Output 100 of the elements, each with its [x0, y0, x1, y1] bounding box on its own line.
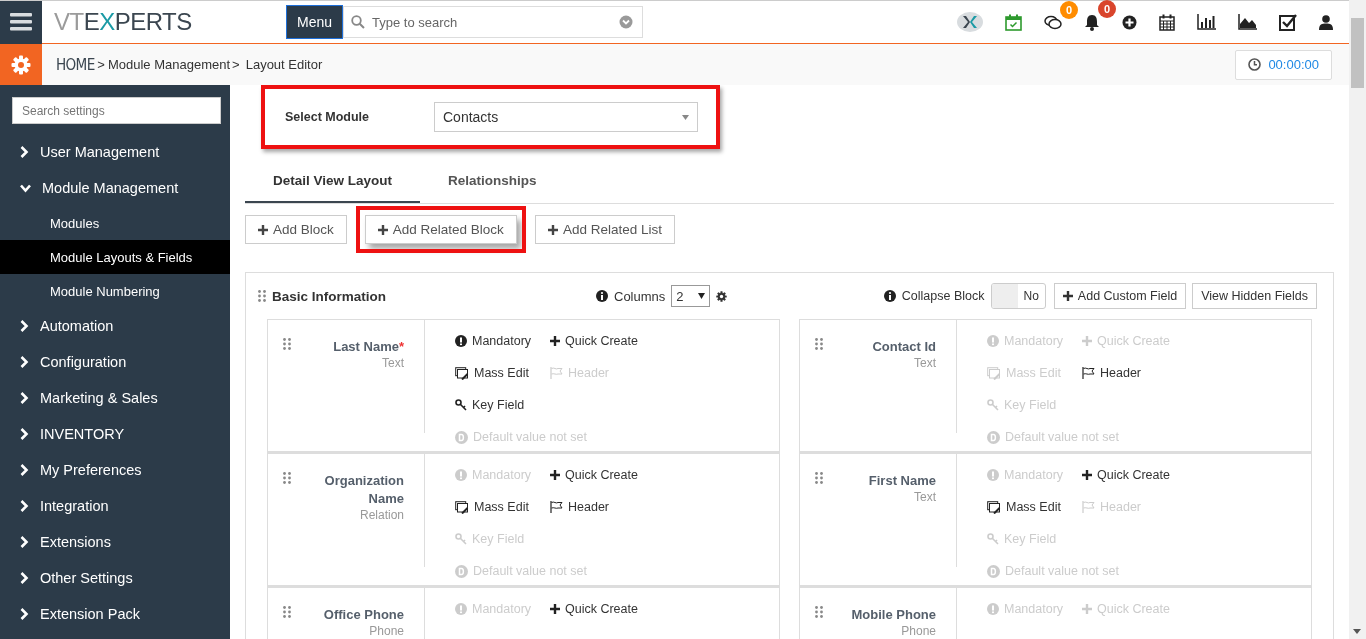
field-property[interactable]: Quick Create	[1082, 459, 1311, 491]
key-icon	[455, 399, 467, 411]
field-property[interactable]: Quick Create	[550, 325, 779, 357]
settings-search-field[interactable]: Search settings	[12, 97, 221, 124]
field-type: Text	[381, 356, 404, 370]
field-property[interactable]: Header	[550, 491, 779, 523]
timer-button[interactable]: 00:00:00	[1235, 49, 1332, 80]
collapse-toggle[interactable]: No	[990, 283, 1046, 309]
sidebar-item[interactable]: Integration	[0, 488, 230, 524]
sidebar-item[interactable]: Automation	[0, 308, 230, 344]
tab[interactable]: Relationships	[420, 161, 565, 203]
field-property[interactable]: Quick Create	[550, 593, 779, 625]
sidebar-item[interactable]: Extensions	[0, 524, 230, 560]
select-module-label: Select Module	[285, 110, 371, 124]
breadcrumb-home-link[interactable]: HOME	[56, 55, 95, 74]
flag-icon	[550, 501, 563, 513]
drag-handle-icon[interactable]	[283, 338, 291, 350]
chevron-right-icon	[20, 146, 29, 158]
breadcrumb-link[interactable]: Module Management	[107, 57, 231, 72]
field-name: First Name	[867, 472, 936, 490]
menu-icon	[10, 13, 32, 31]
sidebar-subitem[interactable]: Module Layouts & Fields	[0, 240, 230, 274]
field-type: Relation	[358, 508, 404, 522]
field-property[interactable]: Key Field	[455, 389, 779, 421]
sidebar-item[interactable]: INVENTORY	[0, 416, 230, 452]
add-custom-field-button[interactable]: Add Custom Field	[1053, 283, 1187, 309]
search-field[interactable]: Type to search	[343, 6, 644, 38]
breadcrumb-separator: >	[97, 57, 105, 72]
drag-handle-icon[interactable]	[815, 472, 823, 484]
sidebar-subitem[interactable]: Modules	[0, 206, 230, 240]
area-chart-icon[interactable]	[1238, 14, 1257, 30]
sidebar-subitem[interactable]: Module Numbering	[0, 274, 230, 308]
exclamation-icon	[987, 469, 999, 481]
exclamation-icon	[455, 603, 467, 615]
drag-handle-icon[interactable]	[815, 338, 823, 350]
key-icon	[455, 533, 467, 545]
calendar-icon[interactable]	[1159, 13, 1175, 31]
sidebar-item[interactable]: Configuration	[0, 344, 230, 380]
tab[interactable]: Detail View Layout	[245, 161, 421, 203]
scrollbar[interactable]	[1349, 0, 1366, 639]
exclamation-icon	[987, 603, 999, 615]
add-button[interactable]: Add Related List	[534, 215, 675, 244]
app-logo-icon[interactable]	[957, 12, 983, 32]
chevron-right-icon	[20, 536, 29, 548]
drag-handle-icon[interactable]	[283, 606, 291, 618]
field-property[interactable]: Header	[1082, 357, 1311, 389]
field-property[interactable]: Mandatory	[455, 325, 550, 357]
sidebar-item[interactable]: Extension Pack	[0, 596, 230, 632]
plus-icon	[550, 336, 560, 346]
search-icon	[351, 15, 366, 29]
drag-handle-icon[interactable]	[283, 472, 291, 484]
chevron-right-icon	[20, 320, 29, 332]
module-select[interactable]: Contacts	[434, 102, 698, 132]
field-property[interactable]: Mass Edit	[987, 491, 1082, 523]
calendar-check-icon[interactable]	[1005, 13, 1022, 31]
breadcrumb-current[interactable]: Layout Editor	[245, 57, 323, 72]
field-name: Contact Id	[871, 338, 936, 356]
info-icon	[596, 290, 608, 302]
default-value-icon	[455, 564, 468, 578]
plus-icon	[1082, 604, 1092, 614]
settings-icon[interactable]	[715, 290, 727, 302]
sidebar-item[interactable]: Module Management	[0, 170, 230, 206]
exclamation-icon	[987, 335, 999, 347]
field-property[interactable]: Quick Create	[550, 459, 779, 491]
scroll-down-arrow-icon[interactable]	[1353, 629, 1361, 634]
plus-circle-icon[interactable]	[1122, 14, 1137, 30]
default-value-icon	[987, 564, 1000, 578]
bell-icon[interactable]	[1084, 13, 1100, 31]
field-property[interactable]: Mass Edit	[455, 357, 550, 389]
view-hidden-fields-button[interactable]: View Hidden Fields	[1192, 283, 1317, 309]
menu-button[interactable]	[0, 0, 42, 44]
chat-icon[interactable]	[1044, 14, 1062, 30]
task-checkbox-icon[interactable]	[1279, 13, 1297, 31]
sidebar-item[interactable]: Marketing & Sales	[0, 380, 230, 416]
field-name: Office Phone	[322, 606, 404, 624]
add-button[interactable]: Add Block	[245, 215, 347, 244]
pencil-squares-icon	[455, 366, 469, 380]
scrollbar-thumb[interactable]	[1351, 18, 1364, 88]
chevron-right-icon	[20, 500, 29, 512]
notification-count-badge: 0	[1098, 0, 1116, 18]
drag-handle-icon[interactable]	[815, 606, 823, 618]
bar-chart-icon[interactable]	[1197, 14, 1216, 30]
user-icon[interactable]	[1319, 14, 1333, 30]
sidebar-item[interactable]: Other Settings	[0, 560, 230, 596]
columns-select[interactable]: 2	[671, 285, 710, 307]
default-value-icon	[987, 430, 1000, 444]
sidebar-item[interactable]: User Management	[0, 134, 230, 170]
pencil-squares-icon	[987, 500, 1001, 514]
chat-count-badge: 0	[1060, 0, 1078, 19]
plus-icon	[1062, 291, 1073, 301]
menu-toggle-button[interactable]: Menu	[286, 5, 344, 39]
drag-handle-icon[interactable]	[258, 290, 266, 302]
sidebar-item[interactable]: My Preferences	[0, 452, 230, 488]
clock-icon	[1248, 58, 1262, 71]
plus-icon	[258, 224, 268, 235]
plus-icon	[1082, 336, 1092, 346]
field-property[interactable]: Mass Edit	[455, 491, 550, 523]
breadcrumb-separator: >	[232, 57, 240, 72]
chevron-right-icon	[20, 356, 29, 368]
field-name: Last Name*	[332, 338, 404, 356]
